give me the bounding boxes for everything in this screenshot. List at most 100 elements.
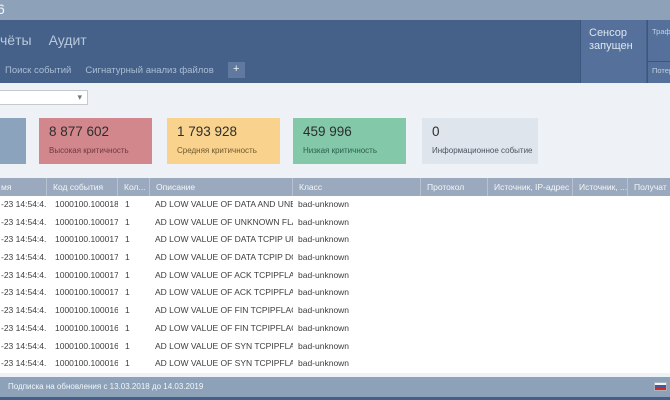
table-cell (573, 249, 628, 267)
column-header[interactable]: Код события (47, 178, 118, 196)
card-medium-severity[interactable]: 1 793 928 Средняя критичность (167, 118, 280, 164)
table-cell: bad-unknown (293, 214, 421, 232)
card-low-severity[interactable]: 459 996Низкая критичность (293, 118, 406, 164)
menu-item-audit[interactable]: Аудит (49, 32, 87, 48)
column-header[interactable]: Класс (293, 178, 421, 196)
column-header[interactable]: Протокол (421, 178, 488, 196)
table-cell (421, 196, 488, 214)
column-header[interactable]: мя (0, 178, 47, 196)
table-cell (488, 338, 573, 356)
card-info-events[interactable]: 0Информационное событие (422, 118, 538, 164)
table-cell: AD LOW VALUE OF SYN TCPIPFLAG... (150, 355, 293, 373)
table-cell: 1000100.1000166 (47, 320, 118, 338)
table-cell: AD LOW VALUE OF DATA AND UNE... (150, 196, 293, 214)
status-bar: Подписка на обновления с 13.03.2018 до 1… (0, 377, 670, 397)
table-cell (421, 338, 488, 356)
card-partial[interactable] (0, 118, 26, 164)
table-row[interactable]: -23 14:54:4...1000100.10001761AD LOW VAL… (0, 231, 670, 249)
table-cell: AD LOW VALUE OF FIN TCPIPFLAGS... (150, 302, 293, 320)
table-cell: -23 14:54:4... (0, 320, 47, 338)
window-title-fragment: 6 (0, 1, 5, 17)
table-cell: -23 14:54:4... (0, 355, 47, 373)
table-cell: AD LOW VALUE OF ACK TCPIPFLAG... (150, 267, 293, 285)
table-row[interactable]: -23 14:54:4...1000100.10001741AD LOW VAL… (0, 249, 670, 267)
table-cell: 1000100.1000176 (47, 231, 118, 249)
severity-cards: 8 877 602Высокая критичность 1 793 928 Сре… (0, 118, 670, 164)
table-cell: AD LOW VALUE OF DATA TCPIP DO... (150, 249, 293, 267)
table-row[interactable]: -23 14:54:4...1000100.10001661AD LOW VAL… (0, 320, 670, 338)
table-cell (573, 196, 628, 214)
table-cell: 1000100.1000172 (47, 267, 118, 285)
table-cell (421, 231, 488, 249)
table-cell (573, 355, 628, 373)
tab-event-search[interactable]: Поиск событий (5, 65, 71, 76)
table-cell (573, 338, 628, 356)
table-cell: bad-unknown (293, 231, 421, 249)
table-cell (488, 284, 573, 302)
tab-signature-file-analysis[interactable]: Сигнатурный анализ файлов (85, 65, 213, 76)
table-row[interactable]: -23 14:54:4...1000100.10001801AD LOW VAL… (0, 196, 670, 214)
column-header[interactable]: Кол... (118, 178, 150, 196)
table-cell (488, 249, 573, 267)
table-cell: 1 (118, 355, 150, 373)
table-cell (488, 214, 573, 232)
sensor-status-line1: Сенсор (589, 27, 646, 40)
table-cell: AD LOW VALUE OF UNKNOWN FLA... (150, 214, 293, 232)
column-header[interactable]: Получат (628, 178, 670, 196)
packet-loss-label: Потери (648, 61, 670, 82)
card-label: Информационное событие (432, 146, 538, 155)
table-cell: bad-unknown (293, 267, 421, 285)
table-cell: 1000100.1000178 (47, 214, 118, 232)
table-cell (421, 320, 488, 338)
table-cell (488, 302, 573, 320)
flag-stripe-red (655, 388, 666, 390)
traffic-panel: Трафик Потери (647, 20, 670, 83)
filter-combobox[interactable]: ▾ (0, 90, 88, 105)
app-window: 6 чёты Аудит Поиск событий Сигнатурный ан… (0, 0, 670, 400)
table-cell: bad-unknown (293, 302, 421, 320)
table-cell (628, 196, 670, 214)
add-tab-button[interactable]: + (228, 62, 245, 78)
table-row[interactable]: -23 14:54:4...1000100.10001701AD LOW VAL… (0, 284, 670, 302)
card-value: 8 877 602 (49, 124, 152, 140)
table-cell (488, 231, 573, 249)
card-value: 1 793 928 (177, 124, 280, 140)
language-flag-icon[interactable] (654, 382, 667, 391)
table-body: -23 14:54:4...1000100.10001801AD LOW VAL… (0, 196, 670, 373)
table-cell (421, 284, 488, 302)
table-cell: bad-unknown (293, 338, 421, 356)
table-cell (573, 214, 628, 232)
table-cell: 1 (118, 249, 150, 267)
table-cell (628, 338, 670, 356)
table-cell (573, 302, 628, 320)
table-cell: 1000100.1000170 (47, 284, 118, 302)
tab-bar: Поиск событий Сигнатурный анализ файлов … (5, 61, 245, 79)
table-cell (573, 284, 628, 302)
card-label: Средняя критичность (177, 146, 280, 155)
menu-item-reports[interactable]: чёты (0, 32, 32, 48)
table-row[interactable]: -23 14:54:4...1000100.10001641AD LOW VAL… (0, 338, 670, 356)
traffic-label: Трафик (648, 20, 670, 61)
table-cell: 1 (118, 196, 150, 214)
table-row[interactable]: -23 14:54:4...1000100.10001781AD LOW VAL… (0, 214, 670, 232)
table-cell: 1 (118, 284, 150, 302)
column-header[interactable]: Описание (150, 178, 293, 196)
column-header[interactable]: Источник, IP-адрес (488, 178, 573, 196)
table-cell: 1 (118, 231, 150, 249)
table-cell: 1000100.1000162 (47, 355, 118, 373)
sensor-status-panel[interactable]: Сенсор запущен (580, 20, 646, 83)
table-cell (488, 355, 573, 373)
table-cell: AD LOW VALUE OF SYN TCPIPFLAG... (150, 338, 293, 356)
table-cell: -23 14:54:4... (0, 267, 47, 285)
chevron-down-icon[interactable]: ▾ (77, 91, 82, 104)
table-cell (421, 302, 488, 320)
column-header[interactable]: Источник, ... (573, 178, 628, 196)
table-cell: bad-unknown (293, 355, 421, 373)
table-row[interactable]: -23 14:54:4...1000100.10001721AD LOW VAL… (0, 267, 670, 285)
table-row[interactable]: -23 14:54:4...1000100.10001621AD LOW VAL… (0, 355, 670, 373)
card-high-severity[interactable]: 8 877 602Высокая критичность (39, 118, 152, 164)
table-row[interactable]: -23 14:54:4...1000100.10001681AD LOW VAL… (0, 302, 670, 320)
table-cell (573, 267, 628, 285)
table-cell: bad-unknown (293, 249, 421, 267)
table-cell (628, 231, 670, 249)
